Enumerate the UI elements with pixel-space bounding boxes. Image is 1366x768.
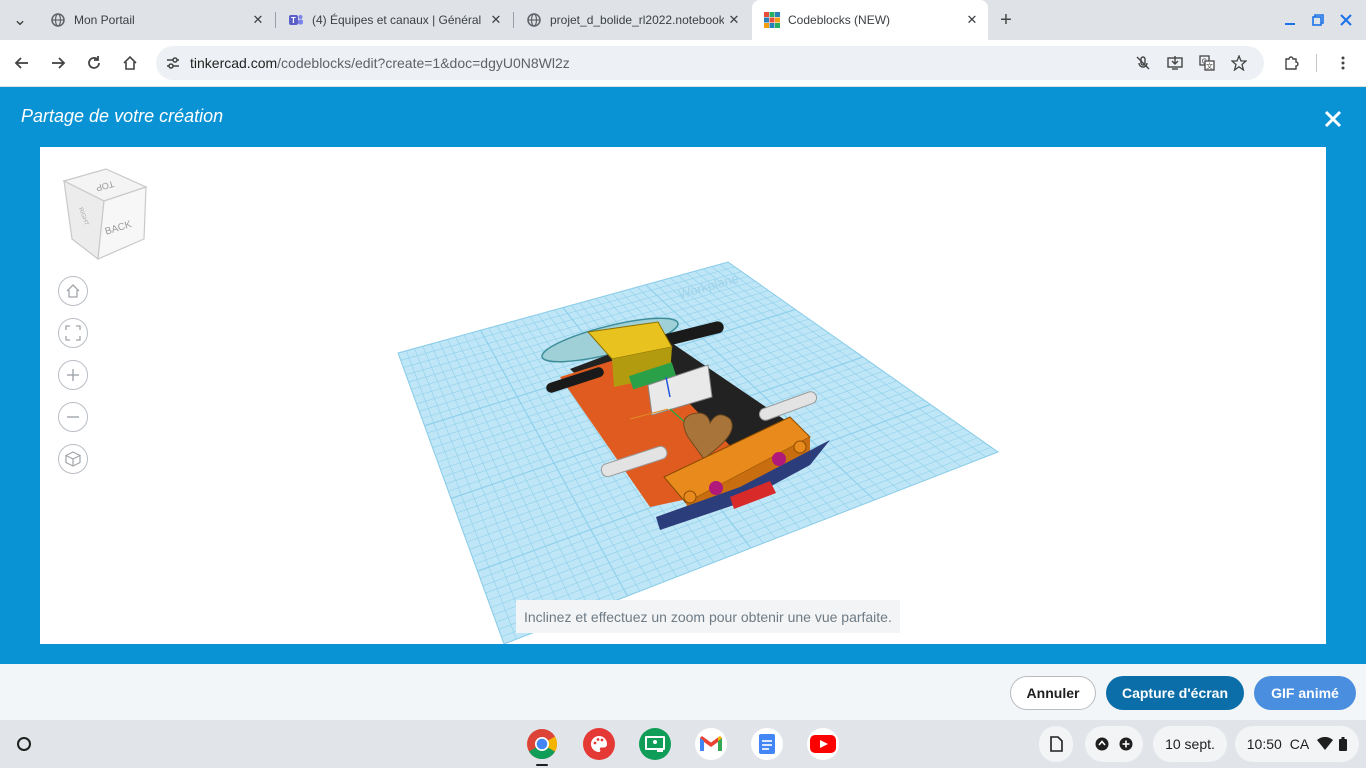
maximize-button[interactable] <box>1306 8 1330 32</box>
right-headlight <box>772 452 786 466</box>
chrome-icon <box>527 729 558 760</box>
dialog-close-button[interactable] <box>1321 107 1345 131</box>
forward-button[interactable] <box>45 50 71 76</box>
active-app-indicator <box>536 764 548 766</box>
translate-icon[interactable]: G文 <box>1198 54 1216 72</box>
svg-text:T: T <box>291 16 296 25</box>
screenshot-button[interactable]: Capture d'écran <box>1106 676 1244 710</box>
home-button[interactable] <box>117 50 143 76</box>
docs-app[interactable] <box>751 728 783 760</box>
restore-icon <box>1312 14 1324 26</box>
tab-title: Mon Portail <box>74 13 135 27</box>
new-tab-button[interactable]: + <box>993 7 1019 33</box>
tab-codeblocks[interactable]: Codeblocks (NEW) ✕ <box>752 0 988 40</box>
svg-text:文: 文 <box>1206 62 1213 71</box>
cancel-button[interactable]: Annuler <box>1010 676 1096 710</box>
kebab-menu-icon <box>1341 56 1345 70</box>
share-dialog: Partage de votre création TOP BACK RIGHT <box>0 87 1366 664</box>
arrow-up-icon <box>1095 737 1109 751</box>
url-host: tinkercad.com <box>190 55 278 71</box>
3d-scene: Workplane <box>397 261 1000 644</box>
tab-search-button[interactable]: ⌄ <box>7 7 33 33</box>
teams-icon: T <box>288 12 304 28</box>
puzzle-icon <box>1285 56 1299 70</box>
youtube-icon <box>810 735 836 753</box>
youtube-app[interactable] <box>807 728 839 760</box>
reload-icon <box>88 56 100 69</box>
close-icon[interactable]: ✕ <box>962 12 982 28</box>
wifi-icon <box>1317 737 1334 750</box>
view-hint: Inclinez et effectuez un zoom pour obten… <box>516 600 900 633</box>
back-button[interactable] <box>9 50 35 76</box>
dialog-footer: Annuler Capture d'écran GIF animé <box>0 664 1366 720</box>
system-tray[interactable]: 10:50 CA <box>1235 726 1359 762</box>
tinkercad-icon <box>764 12 780 28</box>
classroom-app[interactable] <box>639 728 671 760</box>
close-icon[interactable]: ✕ <box>248 12 268 28</box>
globe-icon <box>50 12 66 28</box>
minimize-button[interactable] <box>1278 8 1302 32</box>
gmail-icon <box>700 736 722 751</box>
3d-viewer[interactable]: TOP BACK RIGHT Workplane Inclinez et eff… <box>40 147 1326 644</box>
address-bar[interactable]: tinkercad.com/codeblocks/edit?create=1&d… <box>156 46 1264 80</box>
tab-teams[interactable]: T (4) Équipes et canaux | Général ✕ <box>276 0 512 40</box>
launcher-button[interactable] <box>14 734 34 754</box>
close-icon <box>1324 110 1342 128</box>
tab-title: projet_d_bolide_rl2022.notebook <box>550 13 724 27</box>
site-info-icon[interactable] <box>166 55 182 71</box>
close-icon[interactable]: ✕ <box>486 12 506 28</box>
tab-notebook[interactable]: projet_d_bolide_rl2022.notebook ✕ <box>514 0 750 40</box>
close-icon[interactable]: ✕ <box>724 12 744 28</box>
forward-arrow-icon <box>52 57 66 69</box>
left-headlight <box>709 481 723 495</box>
date-pill[interactable]: 10 sept. <box>1153 726 1227 762</box>
clock-text: 10:50 <box>1246 736 1282 752</box>
menu-button[interactable] <box>1330 50 1356 76</box>
dialog-title: Partage de votre création <box>21 106 224 126</box>
launcher-icon <box>17 737 31 751</box>
browser-toolbar: tinkercad.com/codeblocks/edit?create=1&d… <box>0 40 1366 87</box>
palette-icon <box>591 736 608 752</box>
tray-status-pill[interactable] <box>1085 726 1143 762</box>
chevron-down-icon: ⌄ <box>12 10 28 29</box>
install-app-icon[interactable] <box>1166 54 1184 72</box>
plus-icon: + <box>1000 8 1012 31</box>
battery-icon <box>1339 737 1348 751</box>
chrome-app[interactable] <box>526 728 558 760</box>
animated-gif-button[interactable]: GIF animé <box>1254 676 1356 710</box>
back-arrow-icon <box>14 57 28 69</box>
docs-icon <box>759 734 775 754</box>
canvas-app[interactable] <box>583 728 615 760</box>
close-icon <box>1340 14 1352 26</box>
tab-mon-portail[interactable]: Mon Portail ✕ <box>38 0 274 40</box>
reload-button[interactable] <box>81 50 107 76</box>
mic-off-icon[interactable] <box>1134 54 1152 72</box>
locale-text: CA <box>1289 736 1310 752</box>
window-close-button[interactable] <box>1334 8 1358 32</box>
tab-title: Codeblocks (NEW) <box>788 13 891 27</box>
tab-title: (4) Équipes et canaux | Général <box>312 13 482 27</box>
toolbar-divider <box>1316 54 1317 72</box>
extensions-button[interactable] <box>1278 50 1304 76</box>
classroom-icon <box>645 736 665 752</box>
url-text: tinkercad.com/codeblocks/edit?create=1&d… <box>190 55 570 71</box>
date-text: 10 sept. <box>1165 736 1215 752</box>
gmail-app[interactable] <box>695 728 727 760</box>
add-circle-icon <box>1119 737 1133 751</box>
home-icon <box>123 55 137 70</box>
file-icon <box>1050 736 1063 752</box>
holding-space-button[interactable] <box>1039 726 1073 762</box>
os-shelf: 10 sept. 10:50 CA <box>0 720 1366 768</box>
url-path: /codeblocks/edit?create=1&doc=dgyU0N8Wl2… <box>277 55 570 71</box>
bookmark-star-icon[interactable] <box>1230 54 1248 72</box>
tab-strip: ⌄ Mon Portail ✕ T (4) Équipes et canaux … <box>0 0 1366 40</box>
globe-icon <box>526 12 542 28</box>
minimize-icon <box>1285 23 1295 25</box>
